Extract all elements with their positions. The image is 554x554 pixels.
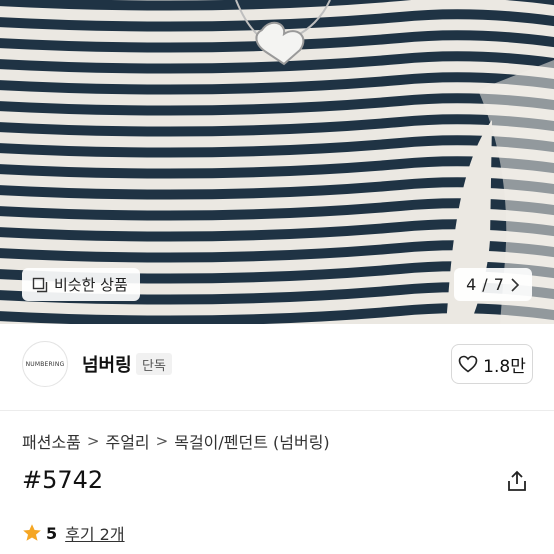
product-image-gallery[interactable]: 비슷한 상품 4 / 7: [0, 0, 554, 324]
shop-logo-text: NUMBERING: [25, 360, 65, 368]
breadcrumb-item-necklace[interactable]: 목걸이/펜던트 (넘버링): [174, 429, 329, 453]
chevron-right-icon: [511, 277, 520, 292]
shop-logo[interactable]: NUMBERING: [22, 341, 68, 387]
heart-outline-icon: [458, 355, 478, 373]
similar-items-icon: [32, 277, 48, 292]
share-icon[interactable]: [505, 469, 529, 493]
rating-summary: 5 후기 2개: [22, 521, 125, 545]
pager-current: 4: [466, 275, 477, 294]
image-pager[interactable]: 4 / 7: [454, 268, 532, 301]
shop-name[interactable]: 넘버링: [82, 351, 132, 377]
shop-info-row: NUMBERING 넘버링 단독 1.8만: [0, 324, 554, 411]
breadcrumb-chevron-icon: >: [86, 432, 100, 450]
star-icon: [23, 524, 41, 541]
pager-separator: /: [482, 275, 488, 294]
like-count: 1.8만: [483, 356, 526, 377]
pager-total: 7: [493, 275, 504, 294]
exclusive-badge: 단독: [136, 353, 172, 375]
similar-items-button[interactable]: 비슷한 상품: [22, 268, 140, 301]
breadcrumb-item-fashion-accessories[interactable]: 패션소품: [22, 429, 81, 453]
similar-items-label: 비슷한 상품: [54, 276, 128, 294]
like-button[interactable]: 1.8만: [451, 344, 533, 384]
rating-score: 5: [46, 523, 58, 543]
breadcrumb: 패션소품 > 주얼리 > 목걸이/펜던트 (넘버링): [22, 429, 330, 453]
product-title: #5742: [22, 466, 104, 494]
breadcrumb-item-jewelry[interactable]: 주얼리: [105, 429, 149, 453]
review-count-link[interactable]: 후기 2개: [65, 521, 124, 545]
breadcrumb-chevron-icon: >: [155, 432, 169, 450]
